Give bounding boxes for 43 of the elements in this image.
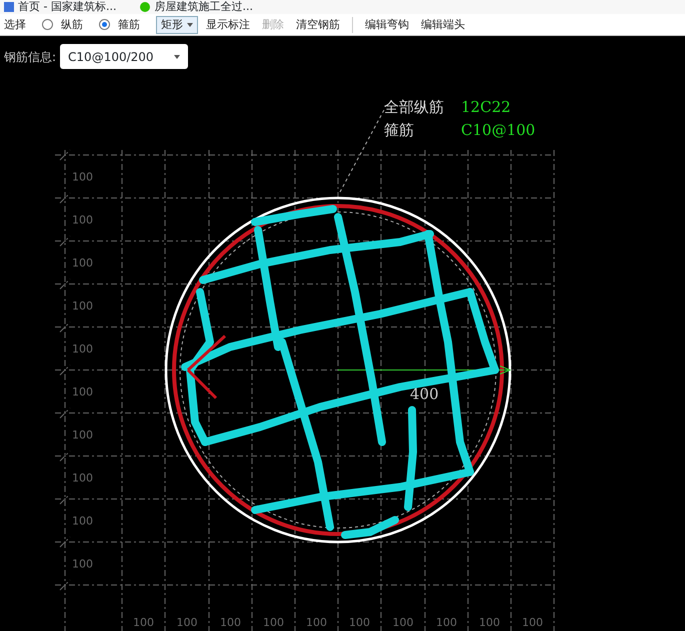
dimension-label: 100: [133, 616, 154, 629]
radio-label[interactable]: 箍筋: [114, 16, 144, 32]
dimension-label: 100: [72, 300, 93, 312]
tool-label: 选择: [3, 16, 27, 32]
radio-label[interactable]: 纵筋: [57, 16, 87, 32]
dimension-label: 100: [349, 616, 370, 629]
hook-drawing: [186, 334, 226, 400]
field-label: 钢筋信息:: [4, 48, 56, 66]
caret-icon: [187, 22, 193, 26]
dimension-label: 100: [72, 514, 93, 528]
page-icon: [4, 2, 14, 12]
dimension-label: 100: [72, 214, 93, 226]
annotation-label: 全部纵筋: [384, 98, 444, 116]
toolbar-button[interactable]: 显示标注: [202, 16, 254, 32]
dimension-label: 100: [72, 386, 93, 398]
annotation-label: 箍筋: [384, 121, 414, 139]
annotation-value: C10@100: [461, 121, 536, 139]
dimension-label: 100: [72, 472, 93, 484]
dimension-label: 100: [522, 616, 543, 629]
toolbar-button[interactable]: 清空钢筋: [292, 16, 344, 32]
radio-button[interactable]: [99, 19, 110, 30]
dimension-label: 100: [479, 616, 500, 629]
bookmark-link[interactable]: 首页 - 国家建筑标...: [18, 1, 116, 13]
dimension-label: 100: [72, 170, 93, 184]
shape-dropdown[interactable]: 矩形: [156, 16, 198, 34]
dimension-label: 100: [392, 616, 414, 629]
dimension-label: 100: [306, 616, 327, 629]
dimension-label: 100: [263, 616, 284, 629]
dimension-label: 100: [72, 558, 93, 570]
dimension-label: 100: [436, 616, 457, 629]
dimension-label: 100: [72, 342, 93, 356]
annotation-value: 12C22: [461, 98, 511, 116]
toolbar-button[interactable]: 编辑弯钩: [361, 16, 413, 32]
bookmark-link[interactable]: 房屋建筑施工全过...: [154, 1, 253, 13]
dimension-label: 100: [72, 256, 93, 270]
dimension-label: 100: [72, 428, 93, 442]
dimension-label: 100: [220, 616, 241, 629]
radio-button[interactable]: [42, 19, 53, 30]
caret-icon: [174, 54, 180, 58]
toolbar-button[interactable]: 编辑端头: [417, 16, 469, 32]
rebar-select[interactable]: C10@100/200: [60, 44, 188, 69]
dimension-label: 100: [176, 616, 198, 629]
radius-label: 400: [410, 385, 439, 403]
